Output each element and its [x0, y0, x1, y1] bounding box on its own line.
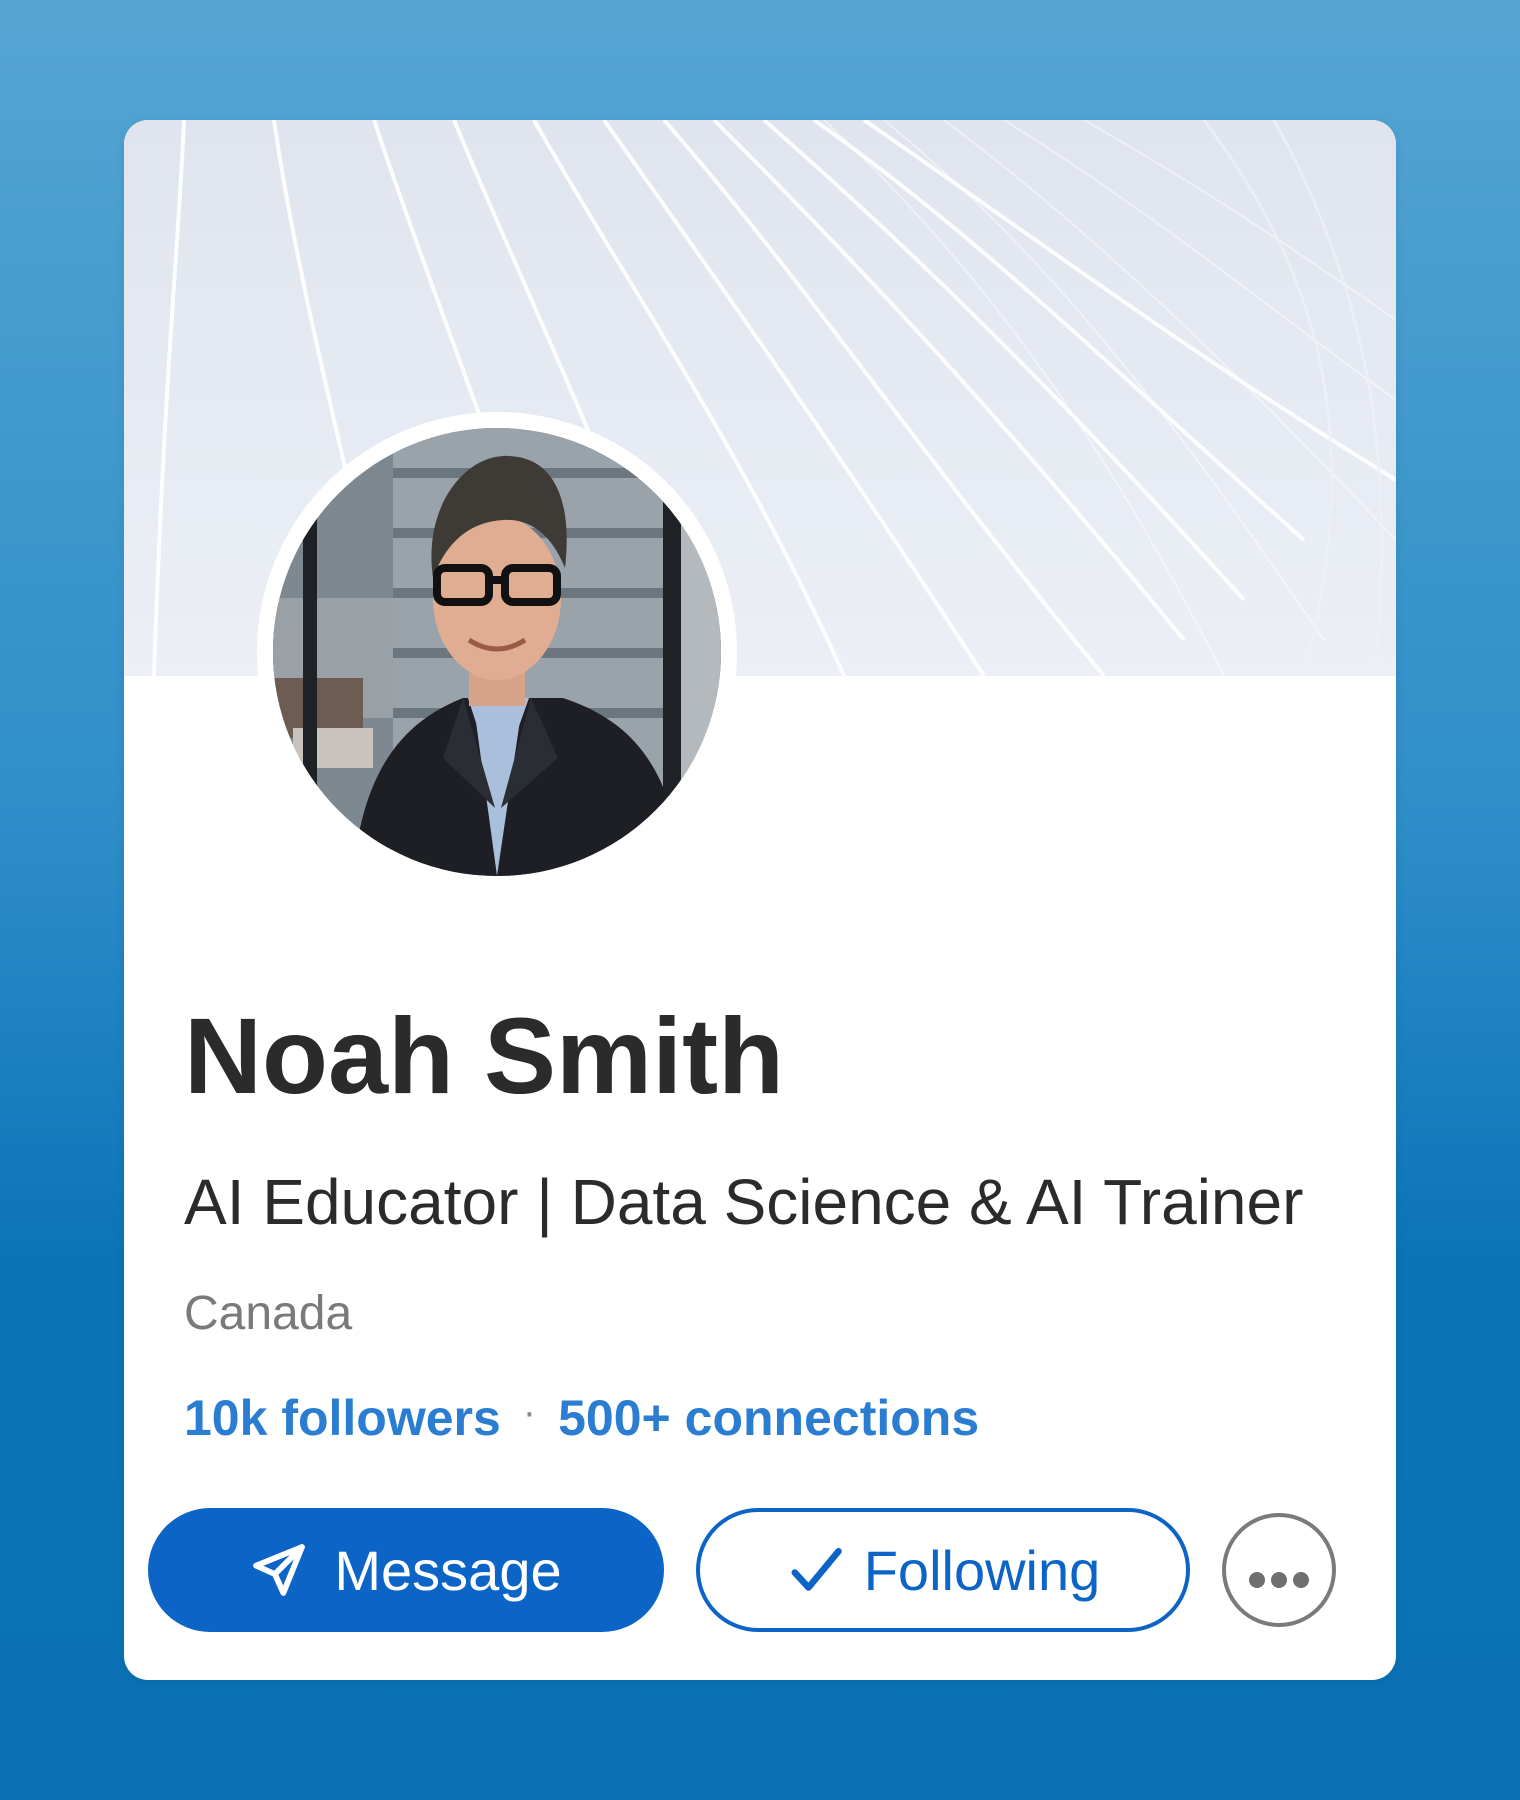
- more-horizontal-icon: [1247, 1538, 1311, 1603]
- profile-photo: [273, 428, 721, 876]
- followers-link[interactable]: 10k followers: [184, 1393, 501, 1443]
- stats-separator: ·: [522, 1390, 537, 1434]
- profile-stats: 10k followers · 500+ connections: [184, 1390, 979, 1443]
- connections-link[interactable]: 500+ connections: [558, 1393, 979, 1443]
- avatar[interactable]: [273, 428, 721, 876]
- message-button[interactable]: Message: [148, 1508, 664, 1632]
- message-button-label: Message: [334, 1538, 562, 1602]
- checkmark-icon: [786, 1540, 846, 1600]
- following-button[interactable]: Following: [696, 1508, 1190, 1632]
- avatar-frame: [257, 412, 737, 892]
- profile-location: Canada: [184, 1287, 353, 1340]
- profile-headline: AI Educator | Data Science & AI Trainer: [184, 1166, 1304, 1238]
- more-options-button[interactable]: [1222, 1513, 1336, 1627]
- following-button-label: Following: [863, 1538, 1101, 1602]
- send-icon: [250, 1541, 308, 1599]
- profile-name: Noah Smith: [184, 995, 785, 1116]
- profile-actions: Message Following: [148, 1508, 1388, 1632]
- profile-card: Noah Smith AI Educator | Data Science & …: [124, 120, 1396, 1680]
